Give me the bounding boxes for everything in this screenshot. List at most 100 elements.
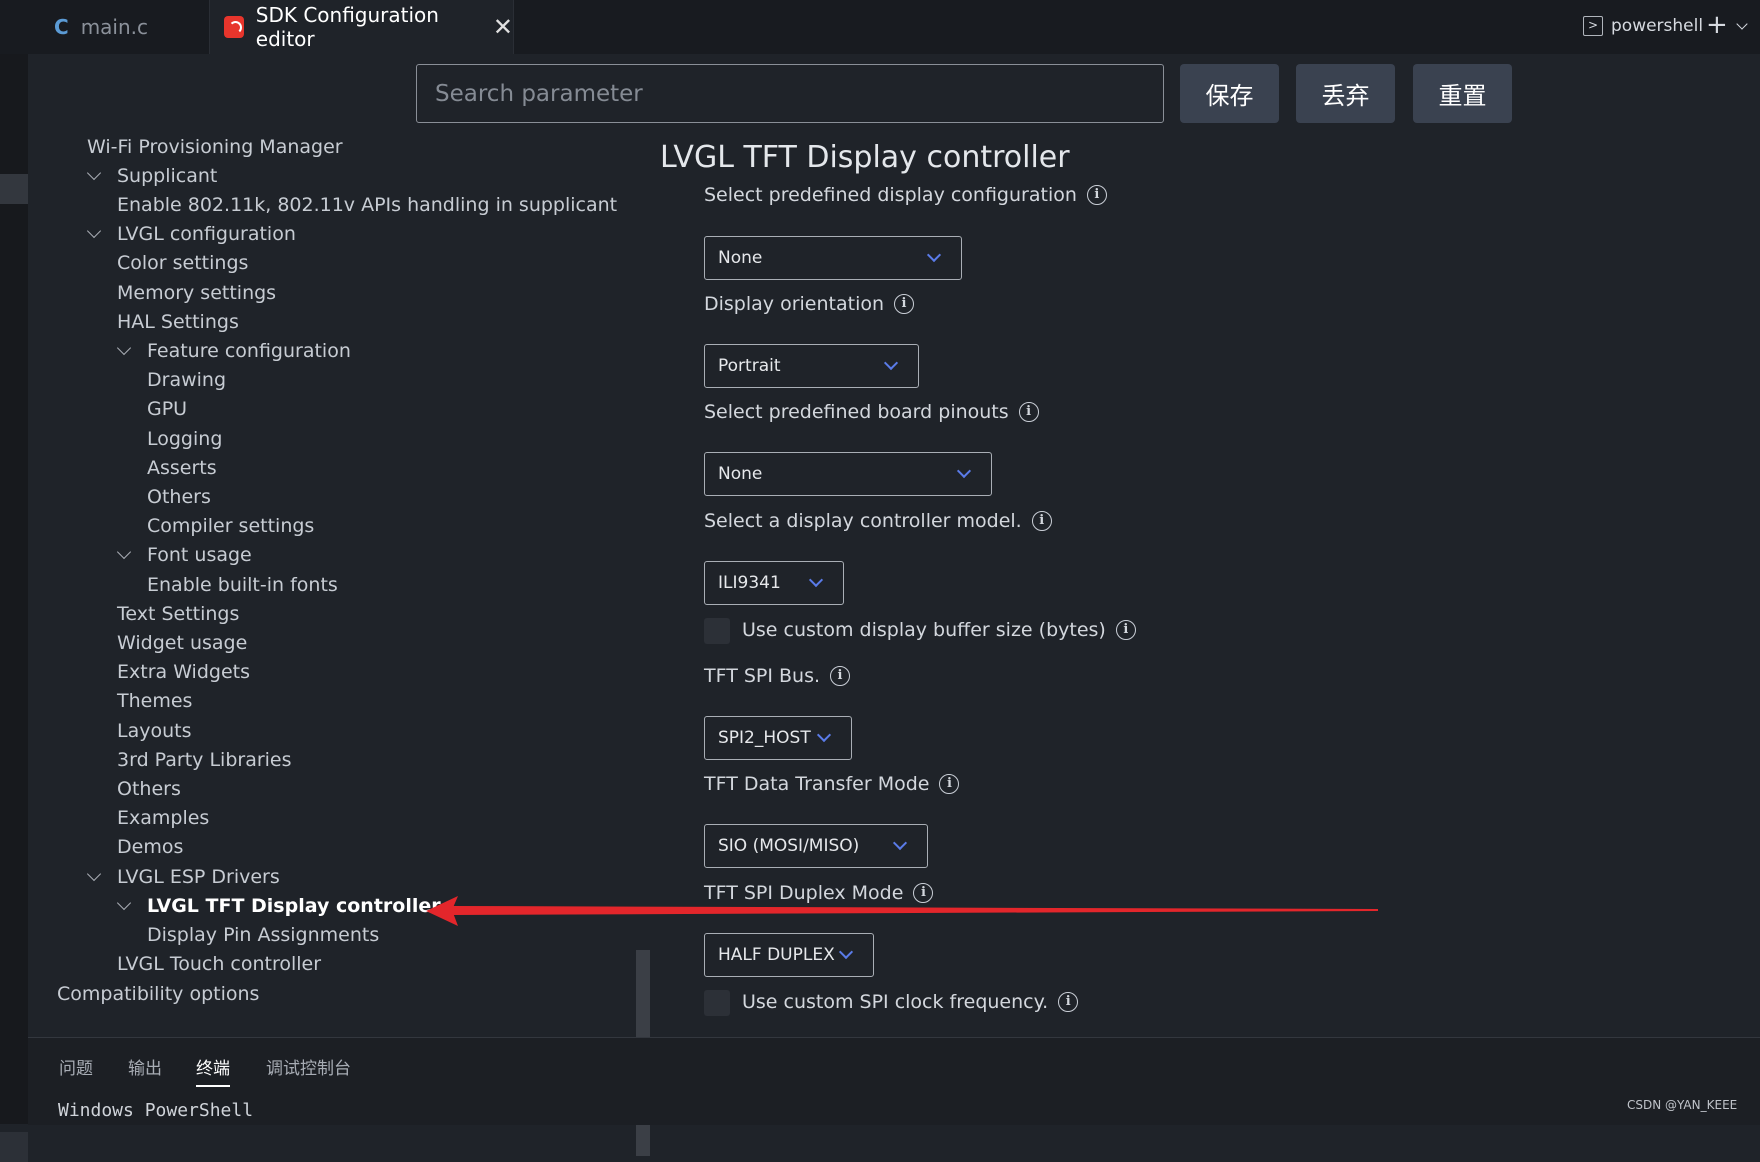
field-label-text: TFT SPI Bus. <box>704 665 821 687</box>
display-config-select[interactable]: None <box>704 236 962 280</box>
info-icon[interactable]: i <box>1058 992 1079 1012</box>
tree-item[interactable]: Examples <box>117 807 209 829</box>
arrow-shaft <box>452 906 1378 915</box>
tab-main-c[interactable]: C main.c <box>28 0 210 54</box>
close-icon[interactable]: ✕ <box>493 13 513 41</box>
tab-output[interactable]: 输出 <box>128 1054 162 1079</box>
tree-item-label: Examples <box>117 807 210 829</box>
field-label: Select predefined board pinouts i <box>704 401 1039 423</box>
tree-item[interactable]: Display Pin Assignments <box>147 924 379 946</box>
reset-button[interactable]: 重置 <box>1413 64 1512 123</box>
info-icon[interactable]: i <box>913 883 934 903</box>
checkbox-label-text: Use custom display buffer size (bytes) <box>742 619 1106 641</box>
select-value: SIO (MOSI/MISO) <box>718 836 860 856</box>
tree-item[interactable]: Demos <box>117 836 183 858</box>
tree-item[interactable]: Others <box>117 778 181 800</box>
tree-item[interactable]: Layouts <box>117 720 192 742</box>
tree-item[interactable]: Wi-Fi Provisioning Manager <box>87 136 343 158</box>
tree-item[interactable]: Text Settings <box>117 603 239 625</box>
tree-item-label: HAL Settings <box>117 311 239 333</box>
tree-item[interactable]: Widget usage <box>117 632 247 654</box>
checkbox-label-text: Use custom SPI clock frequency. <box>742 991 1049 1013</box>
tab-debug-console[interactable]: 调试控制台 <box>266 1054 351 1079</box>
tree-item[interactable]: Enable 802.11k, 802.11v APIs handling in… <box>117 194 617 216</box>
field-label-text: TFT SPI Duplex Mode <box>704 882 904 904</box>
duplex-mode-select[interactable]: HALF DUPLEX <box>704 933 874 977</box>
checkbox-label: Use custom SPI clock frequency. i <box>742 991 1079 1013</box>
custom-buffer-checkbox[interactable] <box>704 618 730 644</box>
gutter-highlight <box>0 174 28 204</box>
select-value: None <box>718 248 763 268</box>
info-icon[interactable]: i <box>1115 620 1136 640</box>
tree-item-label: LVGL TFT Display controller <box>147 895 441 917</box>
tree-item[interactable]: 3rd Party Libraries <box>117 749 292 771</box>
tree-item[interactable]: LVGL ESP Drivers <box>86 866 280 888</box>
tree-item-label: Enable built-in fonts <box>147 574 338 596</box>
tree-item[interactable]: Compatibility options <box>57 983 259 1005</box>
tree-item-label: Enable 802.11k, 802.11v APIs handling in… <box>117 194 618 216</box>
chevron-down-icon[interactable] <box>86 165 102 181</box>
tree-item[interactable]: HAL Settings <box>117 311 239 333</box>
board-pinouts-select[interactable]: None <box>704 452 992 496</box>
watermark: CSDN @YAN_KEEE <box>1627 1098 1738 1112</box>
tree-item[interactable]: Compiler settings <box>147 515 314 537</box>
chevron-down-icon[interactable] <box>86 866 102 882</box>
tree-item[interactable]: LVGL configuration <box>86 223 296 245</box>
tree-item[interactable]: Drawing <box>147 369 226 391</box>
tree-item-label: Asserts <box>147 457 217 479</box>
espressif-icon <box>224 16 244 38</box>
save-button[interactable]: 保存 <box>1180 64 1279 123</box>
c-file-icon: C <box>54 15 69 39</box>
info-icon[interactable]: i <box>830 666 851 686</box>
tree-item[interactable]: Others <box>147 486 211 508</box>
search-input[interactable] <box>416 64 1164 123</box>
new-terminal-button[interactable]: + <box>1706 10 1728 40</box>
info-icon[interactable]: i <box>894 294 915 314</box>
chevron-down-icon[interactable] <box>116 544 132 560</box>
tab-terminal[interactable]: 终端 <box>196 1054 230 1087</box>
bottom-panel: 问题 输出 终端 调试控制台 Windows PowerShell <box>28 1037 1760 1125</box>
field-label-text: TFT Data Transfer Mode <box>704 773 930 795</box>
custom-spi-clock-checkbox[interactable] <box>704 990 730 1016</box>
chevron-down-icon <box>816 727 832 743</box>
discard-button[interactable]: 丢弃 <box>1296 64 1395 123</box>
tree-item[interactable]: GPU <box>147 398 187 420</box>
info-icon[interactable]: i <box>939 774 960 794</box>
info-icon[interactable]: i <box>1018 402 1039 422</box>
spi-bus-select[interactable]: SPI2_HOST <box>704 716 852 760</box>
info-icon[interactable]: i <box>1086 185 1107 205</box>
info-icon[interactable]: i <box>1031 511 1052 531</box>
orientation-select[interactable]: Portrait <box>704 344 919 388</box>
tree-item-label: Extra Widgets <box>117 661 250 683</box>
tree-item-label: Memory settings <box>117 282 277 304</box>
tree-item[interactable]: Logging <box>147 428 222 450</box>
transfer-mode-select[interactable]: SIO (MOSI/MISO) <box>704 824 928 868</box>
tree-item-label: Color settings <box>117 252 249 274</box>
tree-item[interactable]: Supplicant <box>86 165 217 187</box>
select-value: None <box>718 464 763 484</box>
tree-item[interactable]: Feature configuration <box>116 340 351 362</box>
tree-item[interactable]: Memory settings <box>117 282 276 304</box>
tree-item[interactable]: Themes <box>117 690 192 712</box>
tab-sdk-config[interactable]: SDK Configuration editor ✕ <box>210 0 514 54</box>
tree-item-label: Wi-Fi Provisioning Manager <box>87 136 343 158</box>
controller-model-select[interactable]: ILI9341 <box>704 561 844 605</box>
tab-label: SDK Configuration editor <box>255 3 439 51</box>
chevron-down-icon[interactable] <box>116 340 132 356</box>
checkbox-label: Use custom display buffer size (bytes) i <box>742 619 1136 641</box>
chevron-down-icon <box>926 247 942 263</box>
tree-item[interactable]: Font usage <box>116 544 252 566</box>
tree-item[interactable]: LVGL Touch controller <box>117 953 321 975</box>
tree-item[interactable]: Enable built-in fonts <box>147 574 338 596</box>
tree-item[interactable]: Asserts <box>147 457 217 479</box>
tab-problems[interactable]: 问题 <box>59 1054 93 1079</box>
chevron-down-icon[interactable] <box>86 223 102 239</box>
tree-item-label: Others <box>117 778 181 800</box>
tree-item-label: Drawing <box>147 369 227 391</box>
tree-item[interactable]: Color settings <box>117 252 248 274</box>
tree-item-selected[interactable]: LVGL TFT Display controller <box>116 895 441 917</box>
tree-item-label: Font usage <box>147 544 252 566</box>
tree-item[interactable]: Extra Widgets <box>117 661 250 683</box>
shell-selector[interactable]: > powershell <box>1583 16 1703 36</box>
chevron-down-icon[interactable] <box>116 895 132 911</box>
